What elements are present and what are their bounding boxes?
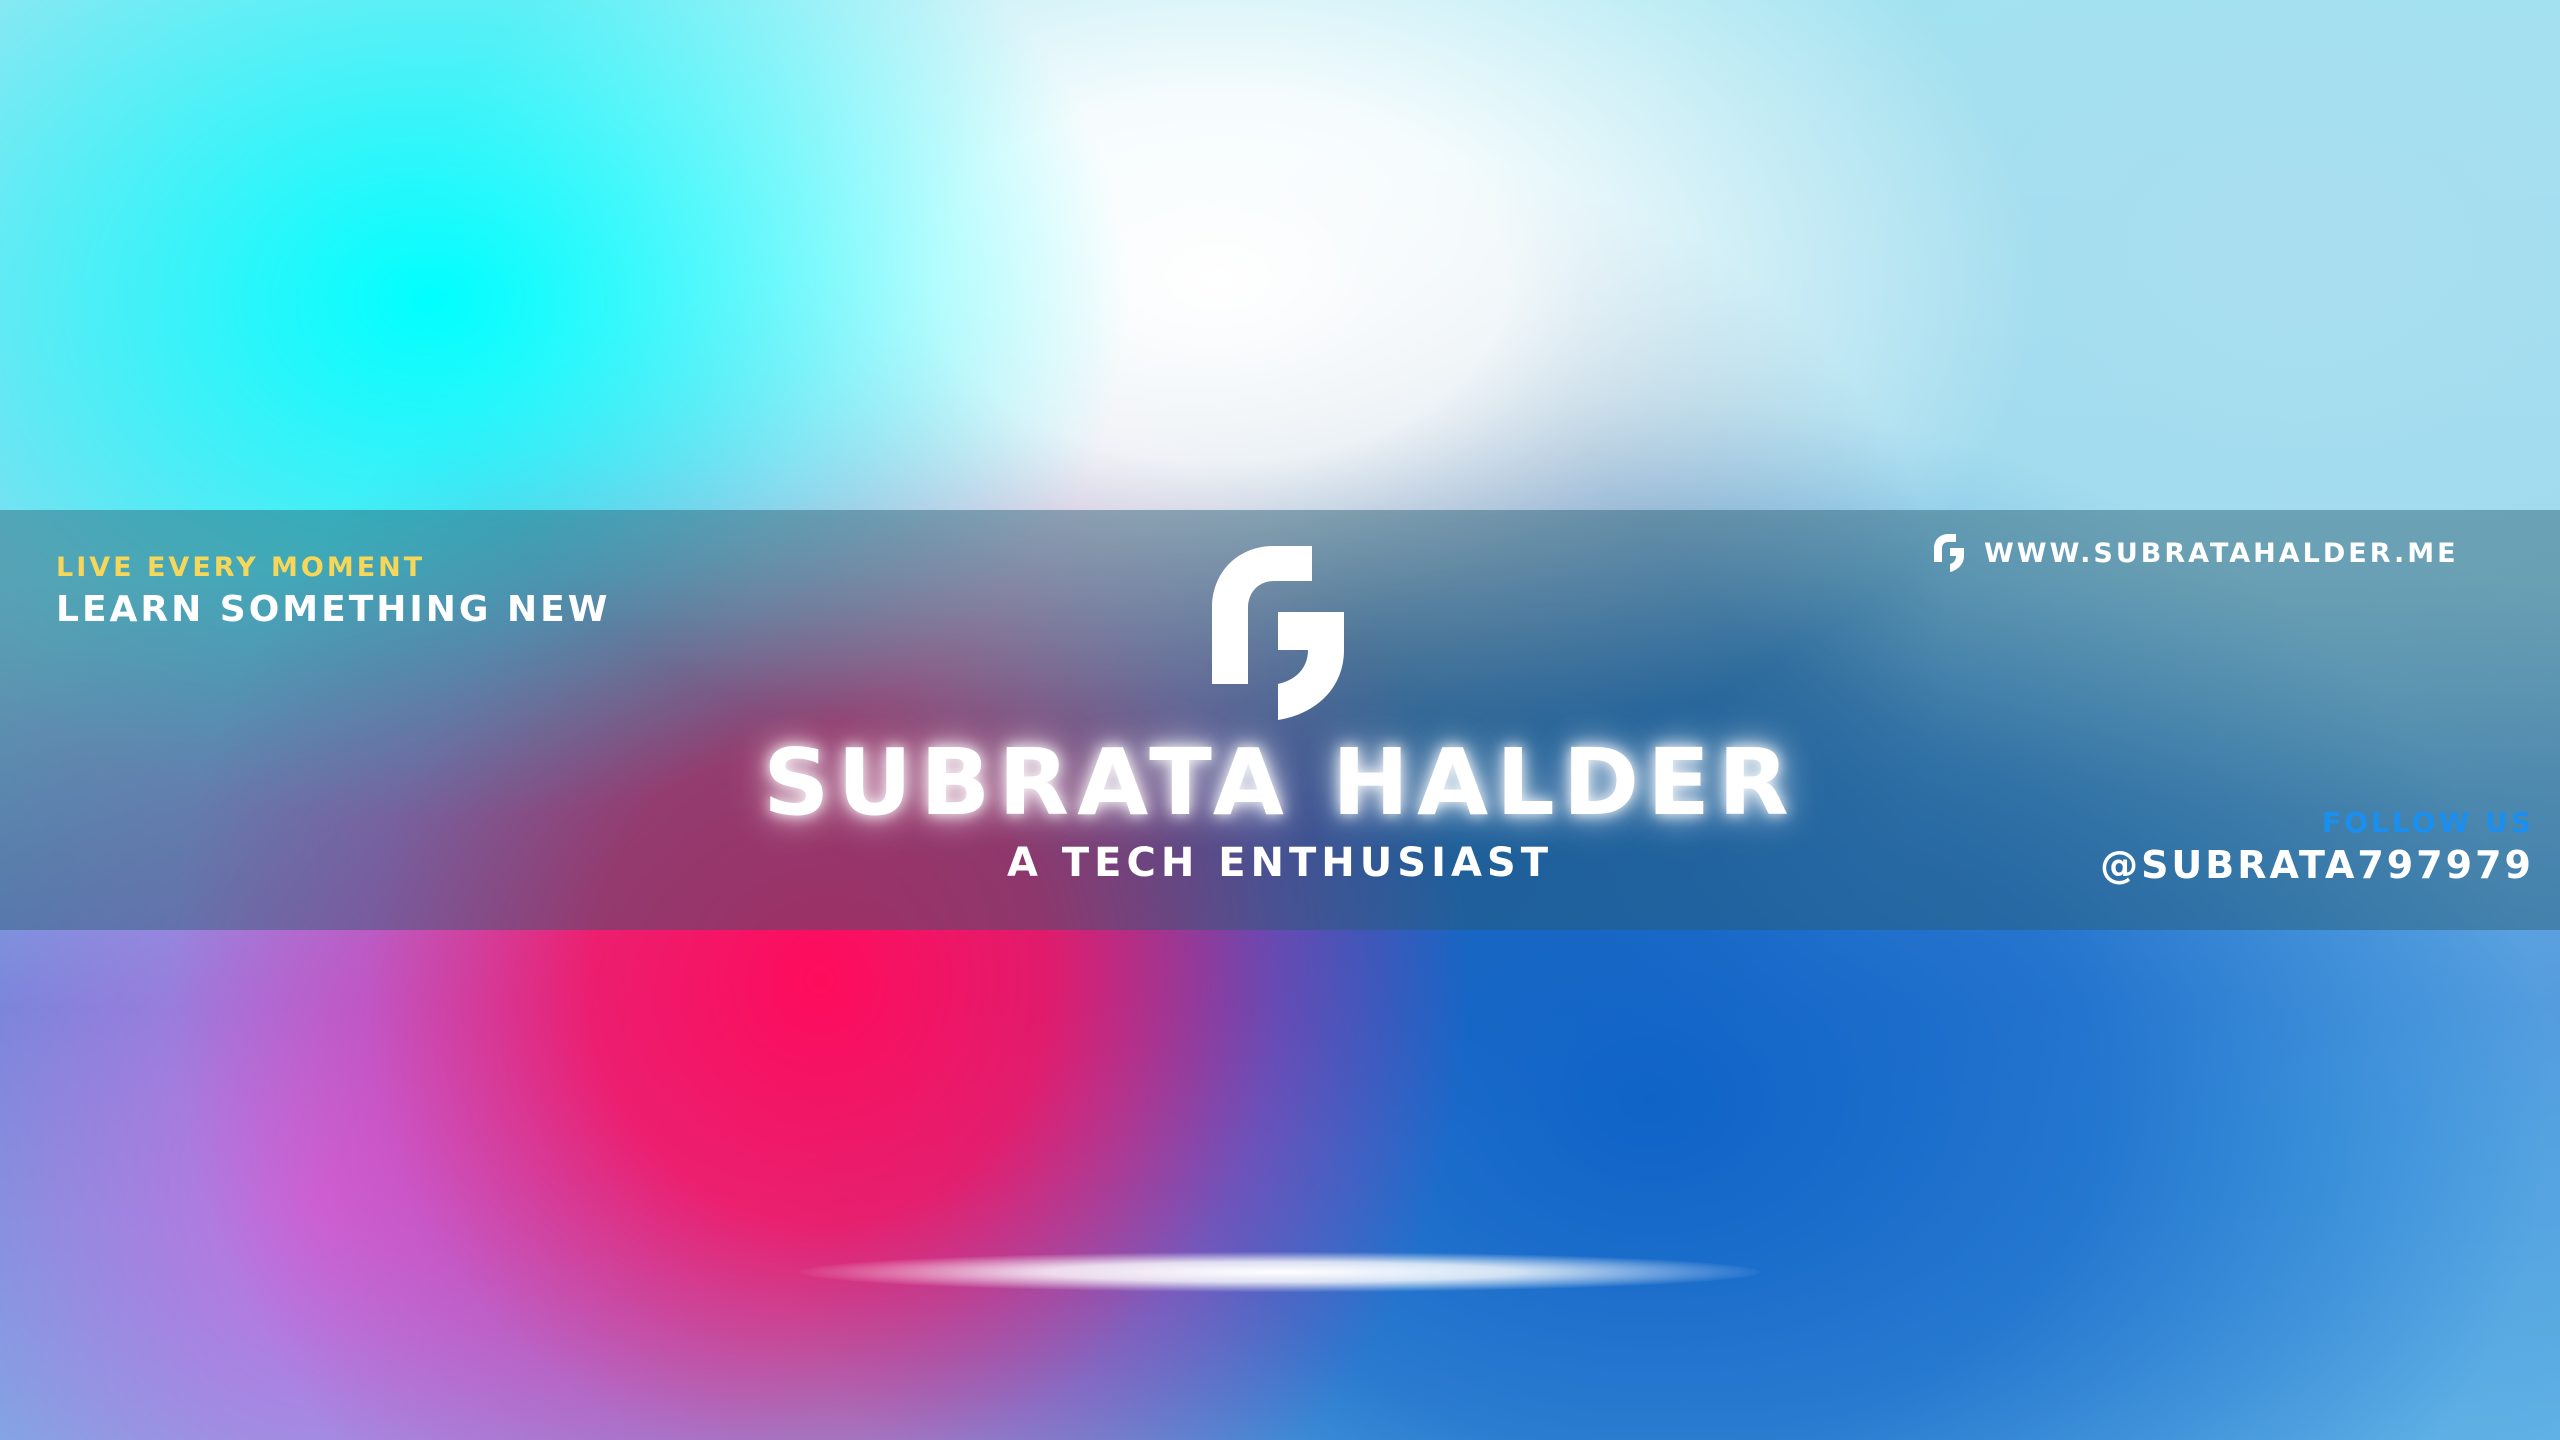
follow-label: FOLLOW US [2322,806,2534,839]
tagline-small: LIVE EVERY MOMENT [56,552,426,583]
glow-ellipse [800,1252,1760,1292]
website-block[interactable]: WWW.SUBRATAHALDER.ME [1934,534,2459,572]
follow-block: FOLLOW US @SUBRATA797979 [2100,806,2534,890]
sh-small-logo-icon [1934,534,1964,572]
social-handle[interactable]: @SUBRATA797979 [2100,840,2534,890]
tagline-block: LIVE EVERY MOMENT LEARN SOMETHING NEW [56,548,610,632]
website-link[interactable]: WWW.SUBRATAHALDER.ME [1984,538,2459,569]
tagline-big: LEARN SOMETHING NEW [56,589,611,630]
sh-logo-icon [1208,546,1348,724]
